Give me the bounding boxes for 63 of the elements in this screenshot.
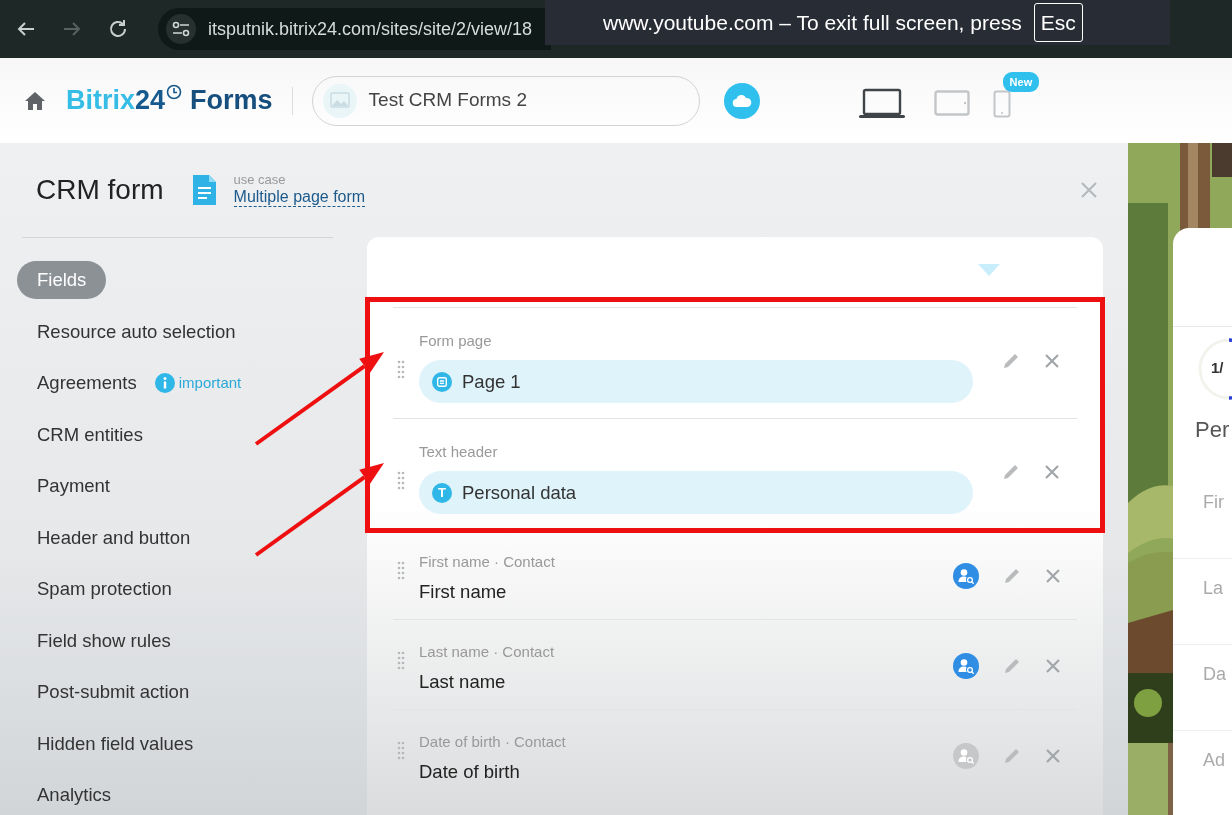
menu-item[interactable]: Field show rules — [17, 621, 191, 660]
menu-item[interactable]: Resource auto selection — [17, 312, 256, 351]
new-badge: New — [1002, 71, 1040, 92]
address-bar[interactable]: itsputnik.bitrix24.com/sites/site/2/view/18 — [158, 8, 551, 50]
page-icon — [432, 371, 452, 392]
drag-handle-icon[interactable] — [397, 651, 405, 671]
menu-item[interactable]: Spam protection — [17, 570, 192, 608]
preview-field-label: Da — [1203, 664, 1226, 684]
contact-search-icon[interactable] — [953, 743, 979, 769]
fullscreen-notice: www.youtube.com – To exit full screen, press — [603, 9, 1022, 36]
home-icon[interactable] — [24, 90, 46, 111]
use-case-label: use case — [233, 172, 287, 188]
contact-search-icon[interactable] — [953, 563, 979, 589]
preview-heading: Per — [1194, 416, 1231, 444]
menu-item[interactable]: Header and button — [17, 518, 211, 557]
field-value: Last name — [418, 670, 506, 694]
preview-field-label: Ad — [1203, 750, 1226, 770]
use-case-link[interactable]: Multiple page form — [233, 187, 366, 208]
edit-button[interactable] — [1002, 352, 1020, 370]
remove-button[interactable] — [1044, 353, 1060, 369]
clock-icon — [166, 84, 183, 101]
remove-button[interactable] — [1045, 748, 1061, 764]
edit-button[interactable] — [1003, 747, 1021, 765]
key-label: Esc — [1033, 2, 1083, 43]
field-caption: Form page — [418, 332, 492, 350]
panel-title: CRM form — [36, 173, 164, 207]
remove-button[interactable] — [1044, 464, 1060, 480]
field-value-pill[interactable]: T Personal data — [419, 471, 973, 514]
menu-item[interactable]: Analytics — [17, 776, 132, 814]
menu-item[interactable]: Post-submit action — [17, 673, 210, 711]
drag-handle-icon[interactable] — [397, 741, 405, 761]
field-caption: First name · Contact — [418, 553, 555, 571]
image-icon — [329, 91, 350, 110]
remove-button[interactable] — [1045, 658, 1061, 674]
publish-button[interactable] — [723, 82, 760, 119]
text-icon: T — [432, 482, 452, 503]
field-value: Date of birth — [418, 760, 520, 784]
edit-button[interactable] — [1002, 463, 1020, 481]
drag-handle-icon[interactable] — [397, 471, 405, 491]
drag-handle-icon[interactable] — [397, 360, 405, 380]
info-icon — [154, 373, 175, 393]
menu-item[interactable]: Hidden field values — [17, 724, 214, 763]
field-value: First name — [418, 580, 507, 604]
logo[interactable]: Bitrix24 Forms — [66, 80, 273, 121]
preview-field-label: La — [1203, 578, 1224, 598]
menu-item[interactable]: Payment — [17, 467, 130, 505]
collapse-icon[interactable] — [978, 264, 1000, 276]
close-button[interactable] — [1080, 181, 1098, 199]
menu-item[interactable]: Agreements — [37, 369, 137, 397]
field-caption: Date of birth · Contact — [418, 733, 566, 751]
site-settings-icon[interactable] — [172, 21, 190, 37]
remove-button[interactable] — [1045, 568, 1061, 584]
cloud-icon — [731, 93, 752, 108]
field-value-pill[interactable]: Page 1 — [419, 360, 973, 403]
edit-button[interactable] — [1003, 657, 1021, 675]
menu-item[interactable]: CRM entities — [17, 415, 163, 454]
preview-field-label: Fir — [1203, 492, 1224, 512]
field-caption: Last name · Contact — [418, 643, 555, 661]
field-caption: Text header — [418, 443, 498, 461]
progress-text: 1/ — [1211, 358, 1224, 378]
contact-search-icon[interactable] — [953, 653, 979, 679]
drag-handle-icon[interactable] — [397, 561, 405, 581]
edit-button[interactable] — [1003, 567, 1021, 585]
